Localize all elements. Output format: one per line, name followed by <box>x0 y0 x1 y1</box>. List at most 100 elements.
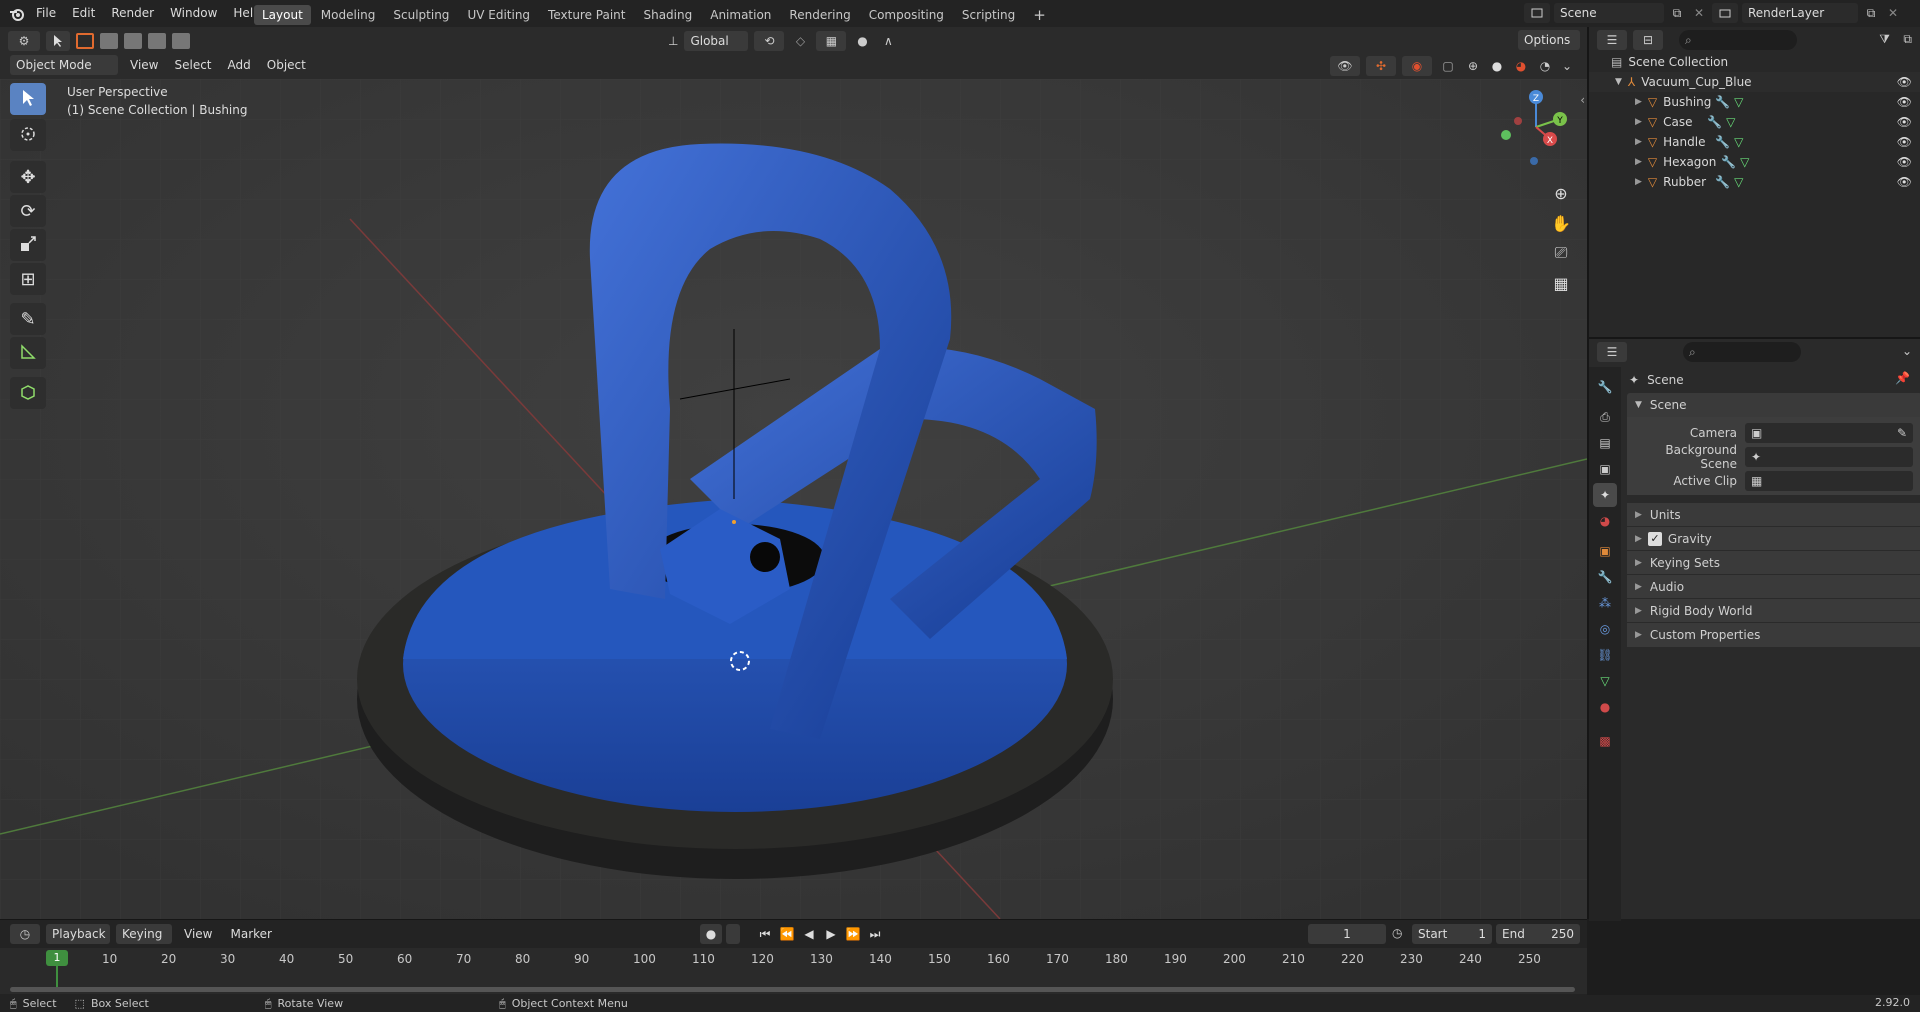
start-frame-field[interactable]: Start 1 <box>1412 924 1492 944</box>
tab-layout[interactable]: Layout <box>254 5 311 25</box>
play-icon[interactable]: ▶ <box>822 927 840 941</box>
outliner-display-mode-icon[interactable]: ⊟ <box>1633 30 1663 50</box>
outliner-row-bushing[interactable]: ▶ ▽ Bushing 🔧 ▽ 👁 <box>1589 92 1920 112</box>
tab-material-icon[interactable]: ● <box>1593 695 1617 719</box>
navigation-gizmo[interactable]: Z Y X <box>1488 83 1578 173</box>
pin-icon[interactable]: 📌 <box>1895 371 1910 385</box>
visibility-eye-icon[interactable]: 👁 <box>1897 155 1912 169</box>
expand-right-icon[interactable]: ▶ <box>1635 157 1642 167</box>
outliner-row-case[interactable]: ▶ ▽ Case 🔧 ▽ 👁 <box>1589 112 1920 132</box>
expand-right-icon[interactable]: ▶ <box>1635 137 1642 147</box>
gravity-checkbox[interactable]: ✓ <box>1647 531 1662 546</box>
timeline-scrollbar[interactable] <box>10 987 1575 992</box>
prev-keyframe-icon[interactable]: ⏪ <box>778 927 796 941</box>
menu-add[interactable]: Add <box>224 54 255 76</box>
scene-close-icon[interactable]: ✕ <box>1690 3 1708 23</box>
panel-header-audio[interactable]: ▶ Audio <box>1627 575 1920 599</box>
visibility-eye-icon[interactable]: 👁 <box>1897 115 1912 129</box>
record-icon[interactable]: ● <box>700 924 722 944</box>
timeline-editor-type-icon[interactable]: ◷ <box>10 924 40 944</box>
tab-output-icon[interactable]: ▤ <box>1593 431 1617 455</box>
scene-browse-icon[interactable] <box>1524 3 1550 23</box>
shading-options-icon[interactable]: ⌄ <box>1560 56 1574 76</box>
tab-physics-icon[interactable]: ◎ <box>1593 617 1617 641</box>
menu-object[interactable]: Object <box>263 54 310 76</box>
outliner-row-handle[interactable]: ▶ ▽ Handle 🔧 ▽ 👁 <box>1589 132 1920 152</box>
menu-window[interactable]: Window <box>162 0 225 27</box>
tool-annotate[interactable]: ✎ <box>10 303 46 335</box>
tab-scripting[interactable]: Scripting <box>954 5 1023 25</box>
shading-solid-icon[interactable]: ● <box>1488 56 1506 76</box>
outliner-row-hexagon[interactable]: ▶ ▽ Hexagon 🔧 ▽ 👁 <box>1589 152 1920 172</box>
tab-sculpting[interactable]: Sculpting <box>385 5 457 25</box>
scene-name-field[interactable]: Scene <box>1554 3 1664 23</box>
tab-texture-icon[interactable]: ▩ <box>1593 729 1617 753</box>
tab-object-icon[interactable]: ▣ <box>1593 539 1617 563</box>
select-mode-new-icon[interactable] <box>76 33 94 49</box>
viewlayer-close-icon[interactable]: ✕ <box>1884 3 1902 23</box>
tool-measure[interactable] <box>10 337 46 369</box>
outliner-search-field[interactable]: ⌕ <box>1679 30 1797 50</box>
tab-render-icon[interactable]: ⎙ <box>1593 405 1617 429</box>
tool-rotate[interactable]: ⟳ <box>10 195 46 227</box>
viewlayer-browse-icon[interactable] <box>1712 3 1738 23</box>
expand-down-icon[interactable]: ▼ <box>1615 77 1622 87</box>
properties-search-field[interactable]: ⌕ <box>1683 342 1801 362</box>
panel-header-gravity[interactable]: ▶ ✓ Gravity <box>1627 527 1920 551</box>
camera-field[interactable]: ▣ ✎ <box>1745 423 1913 443</box>
select-mode-extend-icon[interactable] <box>100 33 118 49</box>
tool-transform[interactable]: ⊞ <box>10 263 46 295</box>
tab-shading[interactable]: Shading <box>635 5 700 25</box>
outliner-row-scene-collection[interactable]: ▤ Scene Collection <box>1589 52 1920 72</box>
pivot-point-icon[interactable]: ⟲ <box>754 31 785 51</box>
select-mode-invert-icon[interactable] <box>148 33 166 49</box>
end-frame-field[interactable]: End 250 <box>1496 924 1580 944</box>
tool-move[interactable]: ✥ <box>10 161 46 193</box>
tool-select-box[interactable] <box>10 83 46 115</box>
shading-wireframe-icon[interactable]: ⊕ <box>1464 56 1482 76</box>
blender-logo-icon[interactable] <box>6 0 28 27</box>
tab-rendering[interactable]: Rendering <box>781 5 858 25</box>
panel-header-custom-properties[interactable]: ▶ Custom Properties <box>1627 623 1920 647</box>
play-reverse-icon[interactable]: ◀ <box>800 927 818 941</box>
active-clip-field[interactable]: ▦ <box>1745 471 1913 491</box>
tab-data-icon[interactable]: ▽ <box>1593 669 1617 693</box>
tab-compositing[interactable]: Compositing <box>861 5 952 25</box>
playback-menu[interactable]: Playback <box>46 924 110 944</box>
jump-end-icon[interactable]: ⏭ <box>866 927 884 942</box>
keying-menu[interactable]: Keying <box>116 924 172 944</box>
tab-view-layer-icon[interactable]: ▣ <box>1593 457 1617 481</box>
next-keyframe-icon[interactable]: ⏩ <box>844 927 862 941</box>
playhead[interactable]: 1 <box>46 950 68 966</box>
visibility-eye-icon[interactable]: 👁 <box>1897 95 1912 109</box>
tab-world-icon[interactable]: ◕ <box>1593 509 1617 533</box>
tab-particles-icon[interactable]: ⁂ <box>1593 591 1617 615</box>
snap-icon[interactable]: ◇ <box>790 31 810 51</box>
panel-header-keying-sets[interactable]: ▶ Keying Sets <box>1627 551 1920 575</box>
falloff-icon[interactable]: ∧ <box>878 31 898 51</box>
pan-hand-icon[interactable]: ✋ <box>1547 209 1575 237</box>
expand-right-icon[interactable]: ▶ <box>1635 117 1642 127</box>
proportional-edit-icon[interactable]: ● <box>852 31 872 51</box>
gizmo-toggle-icon[interactable]: ✣ <box>1366 56 1396 76</box>
visibility-eye-icon[interactable]: 👁 <box>1897 135 1912 149</box>
clock-icon[interactable]: ◷ <box>1392 926 1402 940</box>
menu-render[interactable]: Render <box>103 0 162 27</box>
expand-right-icon[interactable]: ▶ <box>1635 177 1642 187</box>
select-mode-subtract-icon[interactable] <box>124 33 142 49</box>
viewlayer-name-field[interactable]: RenderLayer <box>1742 3 1858 23</box>
tab-constraints-icon[interactable]: ⛓ <box>1593 643 1617 667</box>
panel-header-rigid-body-world[interactable]: ▶ Rigid Body World <box>1627 599 1920 623</box>
add-workspace-button[interactable]: + <box>1025 5 1054 25</box>
editor-type-icon[interactable]: ⚙ <box>8 31 40 51</box>
tab-animation[interactable]: Animation <box>702 5 779 25</box>
panel-header-scene[interactable]: ▼ Scene <box>1627 393 1920 417</box>
background-scene-field[interactable]: ✦ <box>1745 447 1913 467</box>
menu-select[interactable]: Select <box>170 54 215 76</box>
marker-menu[interactable]: Marker <box>224 924 277 944</box>
sidebar-toggle-icon[interactable]: ‹ <box>1580 93 1585 107</box>
select-mode-intersect-icon[interactable] <box>172 33 190 49</box>
ortho-grid-icon[interactable]: ▦ <box>1547 269 1575 297</box>
tool-cursor[interactable] <box>10 119 46 151</box>
shading-rendered-icon[interactable]: ◔ <box>1536 56 1554 76</box>
